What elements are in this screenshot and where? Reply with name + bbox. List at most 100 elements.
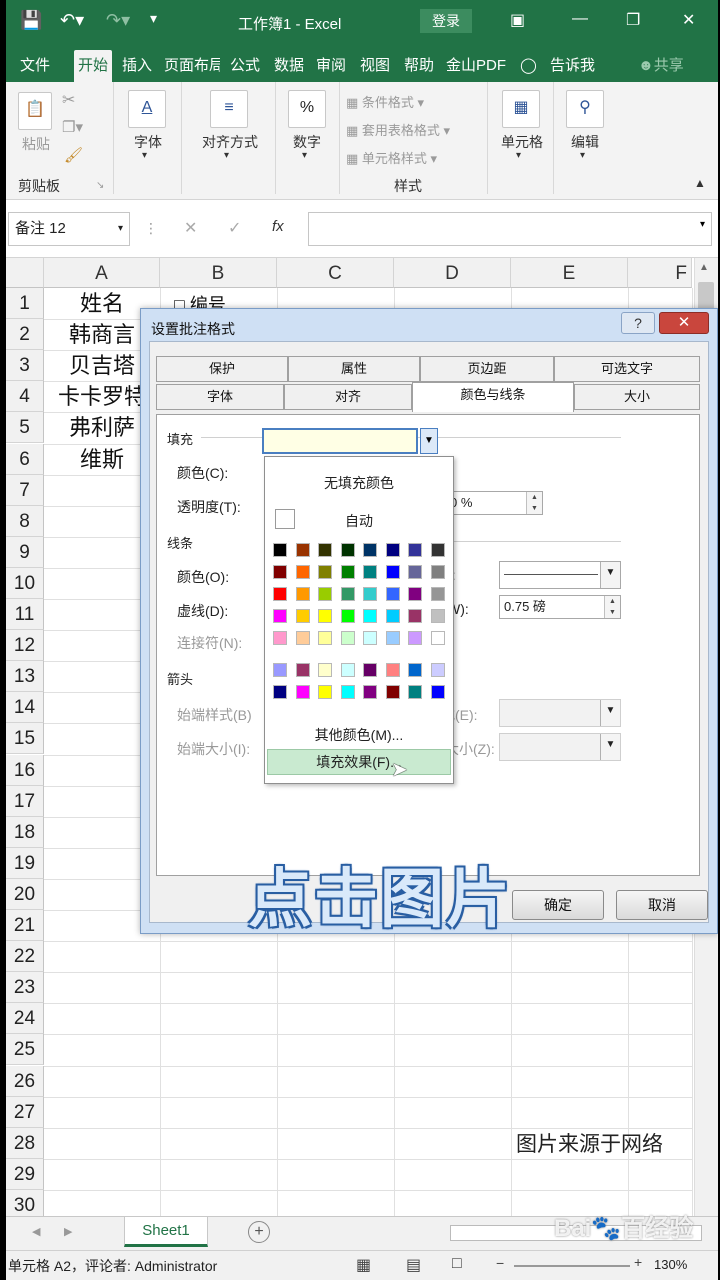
color-swatch[interactable] bbox=[340, 543, 355, 557]
select-all-corner[interactable] bbox=[6, 258, 44, 288]
tab-formulas[interactable]: 公式 bbox=[226, 50, 264, 82]
color-swatch[interactable] bbox=[318, 543, 332, 557]
color-swatch[interactable] bbox=[318, 663, 332, 677]
tab-insert[interactable]: 插入 bbox=[118, 50, 156, 82]
color-swatch[interactable] bbox=[385, 631, 400, 645]
tab-margins[interactable]: 页边距 bbox=[420, 356, 554, 382]
collapse-ribbon-icon[interactable]: ▲ bbox=[694, 176, 706, 190]
name-box[interactable]: 备注 12 ▾ bbox=[8, 212, 130, 246]
color-swatch[interactable] bbox=[295, 631, 310, 645]
color-swatch[interactable] bbox=[363, 631, 377, 645]
align-icon[interactable]: ≡ bbox=[210, 90, 248, 128]
dialog-launcher-icon[interactable]: ↘ bbox=[96, 180, 104, 191]
ok-button[interactable]: 确定 bbox=[512, 890, 604, 920]
undo-icon[interactable]: ↶▾ bbox=[60, 10, 84, 31]
tab-alignment[interactable]: 对齐 bbox=[284, 384, 412, 410]
insert-function-icon[interactable]: fx bbox=[272, 218, 284, 235]
color-swatch[interactable] bbox=[340, 609, 355, 623]
chevron-down-icon[interactable]: ▼ bbox=[420, 428, 438, 454]
page-layout-view-icon[interactable]: ▤ bbox=[406, 1255, 421, 1275]
color-swatch[interactable] bbox=[295, 609, 310, 623]
customize-icon[interactable]: ▾ bbox=[150, 10, 157, 27]
row-header[interactable]: 29 bbox=[6, 1158, 44, 1190]
row-header[interactable]: 4 bbox=[6, 381, 44, 413]
row-header[interactable]: 17 bbox=[6, 785, 44, 817]
color-swatch[interactable] bbox=[295, 565, 310, 579]
row-header[interactable]: 11 bbox=[6, 599, 44, 631]
color-swatch[interactable] bbox=[430, 609, 445, 623]
zoom-slider[interactable] bbox=[514, 1265, 630, 1267]
tab-page-layout[interactable]: 页面布局 bbox=[160, 50, 220, 82]
tab-view[interactable]: 视图 bbox=[356, 50, 394, 82]
close-button[interactable]: ✕ bbox=[682, 10, 695, 30]
color-swatch[interactable] bbox=[385, 609, 400, 623]
color-swatch[interactable] bbox=[340, 565, 355, 579]
transparency-input[interactable]: 0 % ▲ ▼ bbox=[445, 491, 543, 515]
cells-label[interactable]: 单元格 bbox=[494, 132, 550, 152]
zoom-in-button[interactable]: + bbox=[634, 1254, 642, 1270]
conditional-format-button[interactable]: ▦ 条件格式 ▾ bbox=[346, 92, 424, 111]
scroll-up-icon[interactable]: ▲ bbox=[699, 262, 709, 273]
cell-styles-button[interactable]: ▦ 单元格样式 ▾ bbox=[346, 148, 437, 167]
cancel-entry-icon[interactable]: ✕ bbox=[184, 218, 197, 238]
normal-view-icon[interactable]: ▦ bbox=[356, 1255, 371, 1275]
color-swatch[interactable] bbox=[295, 543, 310, 557]
row-header[interactable]: 10 bbox=[6, 567, 44, 599]
tab-size[interactable]: 大小 bbox=[574, 384, 700, 410]
color-swatch[interactable] bbox=[318, 609, 332, 623]
color-swatch[interactable] bbox=[430, 685, 445, 699]
ribbon-display-icon[interactable]: ▣ bbox=[510, 10, 525, 30]
row-header[interactable]: 24 bbox=[6, 1003, 44, 1035]
login-button[interactable]: 登录 bbox=[420, 9, 472, 33]
sheet-scroll-right-icon[interactable]: ▶ bbox=[64, 1225, 72, 1238]
row-header[interactable]: 14 bbox=[6, 692, 44, 724]
color-swatch[interactable] bbox=[385, 663, 400, 677]
cut-icon[interactable]: ✂ bbox=[62, 90, 75, 110]
column-header-e[interactable]: E bbox=[511, 258, 628, 288]
editing-label[interactable]: 编辑 bbox=[562, 132, 608, 152]
no-fill-option[interactable]: 无填充颜色 bbox=[265, 473, 453, 493]
color-swatch[interactable] bbox=[318, 685, 332, 699]
column-header-d[interactable]: D bbox=[394, 258, 511, 288]
dialog-close-button[interactable]: ✕ bbox=[659, 312, 709, 334]
color-swatch[interactable] bbox=[340, 587, 355, 601]
column-header-f[interactable]: F bbox=[628, 258, 692, 288]
fill-color-select[interactable] bbox=[262, 428, 418, 454]
tab-colors-lines[interactable]: 颜色与线条 bbox=[412, 382, 574, 412]
font-icon[interactable]: A bbox=[128, 90, 166, 128]
color-swatch[interactable] bbox=[408, 663, 422, 677]
cells-icon[interactable]: ▦ bbox=[502, 90, 540, 128]
row-header[interactable]: 13 bbox=[6, 661, 44, 693]
color-swatch[interactable] bbox=[430, 631, 445, 645]
row-header[interactable]: 6 bbox=[6, 443, 44, 475]
tab-protection[interactable]: 保护 bbox=[156, 356, 288, 382]
auto-color-option[interactable]: 自动 bbox=[265, 511, 453, 531]
color-swatch[interactable] bbox=[385, 565, 400, 579]
color-swatch[interactable] bbox=[363, 663, 377, 677]
tab-kingsoft-pdf[interactable]: 金山PDF bbox=[442, 50, 510, 82]
save-icon[interactable]: 💾 bbox=[20, 10, 42, 31]
color-swatch[interactable] bbox=[340, 663, 355, 677]
search-icon[interactable]: ⚲ bbox=[566, 90, 604, 128]
row-header[interactable]: 12 bbox=[6, 630, 44, 662]
row-header[interactable]: 2 bbox=[6, 319, 44, 351]
tab-alt-text[interactable]: 可选文字 bbox=[554, 356, 700, 382]
row-header[interactable]: 23 bbox=[6, 972, 44, 1004]
row-header[interactable]: 22 bbox=[6, 941, 44, 973]
row-header[interactable]: 18 bbox=[6, 816, 44, 848]
share-button[interactable]: ☻共享 bbox=[634, 50, 688, 82]
row-header[interactable]: 20 bbox=[6, 878, 44, 910]
restore-button[interactable]: ❐ bbox=[626, 10, 640, 30]
color-swatch[interactable] bbox=[273, 663, 287, 677]
end-style-select[interactable]: ▼ bbox=[499, 699, 621, 727]
color-swatch[interactable] bbox=[340, 685, 355, 699]
color-swatch[interactable] bbox=[408, 565, 422, 579]
end-size-select[interactable]: ▼ bbox=[499, 733, 621, 761]
color-swatch[interactable] bbox=[340, 631, 355, 645]
tab-properties[interactable]: 属性 bbox=[288, 356, 420, 382]
color-swatch[interactable] bbox=[408, 609, 422, 623]
color-swatch[interactable] bbox=[408, 543, 422, 557]
more-colors-option[interactable]: 其他颜色(M)... bbox=[265, 725, 453, 745]
fill-effects-option[interactable]: 填充效果(F)... bbox=[267, 749, 451, 775]
color-swatch[interactable] bbox=[295, 587, 310, 601]
